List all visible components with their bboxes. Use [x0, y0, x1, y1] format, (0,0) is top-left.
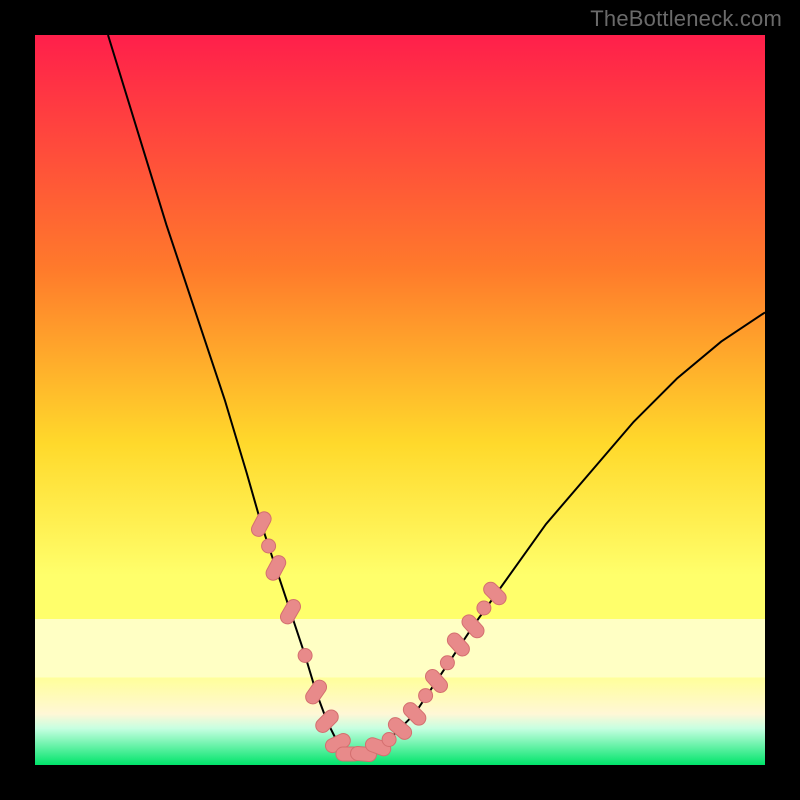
- curve-marker: [382, 733, 396, 747]
- curve-marker: [298, 649, 312, 663]
- plot-area: [35, 35, 765, 765]
- curve-marker: [440, 656, 454, 670]
- watermark-text: TheBottleneck.com: [590, 6, 782, 32]
- curve-marker: [262, 539, 276, 553]
- curve-marker: [419, 689, 433, 703]
- curve-marker: [477, 601, 491, 615]
- chart-frame: TheBottleneck.com: [0, 0, 800, 800]
- bottleneck-chart: [35, 35, 765, 765]
